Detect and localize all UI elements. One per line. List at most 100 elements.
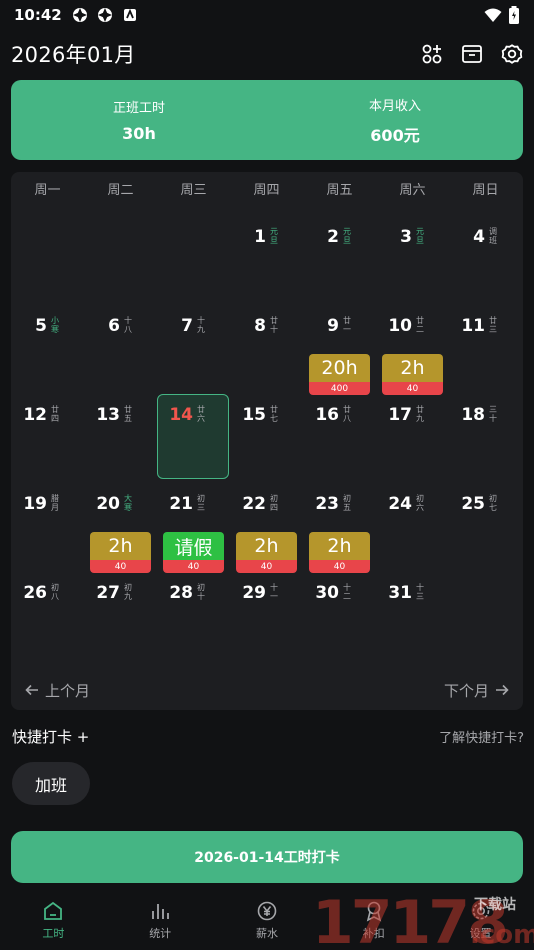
tab-label: 统计 [149,926,172,940]
calendar-day[interactable]: 12 廿四 [11,388,84,477]
tab-stats[interactable]: 统计 [107,890,214,950]
home-icon [44,901,63,920]
calendar-day[interactable]: 13 廿五 [84,388,157,477]
calendar-day[interactable]: 30 十二 [303,566,376,655]
calendar-day[interactable]: 16 廿八 [303,388,376,477]
lunar-date: 初四 [270,494,278,512]
bottom-tab-bar: 工时 统计 薪水 补扣 设置 [0,890,534,950]
calendar-day[interactable]: 27 初九 [84,566,157,655]
grid-add-icon[interactable] [421,43,443,65]
month-title[interactable]: 2026年01月 [11,39,136,69]
calendar-day[interactable]: 15 廿七 [230,388,303,477]
hours-summary: 正班工时 30h [11,80,267,160]
calendar-day[interactable]: 31 十三 [376,566,449,655]
record-hours: 2h [236,532,297,560]
calendar-day[interactable]: 17 廿九 [376,388,449,477]
next-month-button[interactable]: 下个月 [444,680,509,701]
day-number: 31 [388,583,412,603]
tab-deductions[interactable]: 补扣 [320,890,427,950]
lunar-date: 初九 [124,583,132,601]
lunar-date: 十二 [343,583,351,601]
day-number: 24 [388,494,412,514]
day-number: 23 [315,494,339,514]
tab-label: 设置 [469,926,492,940]
lunar-date: 腊月 [51,494,59,512]
day-number: 1 [254,227,266,247]
calendar-day[interactable]: 25 初七 [449,477,522,566]
overtime-chip[interactable]: 加班 [12,762,90,805]
lunar-date: 十三 [416,583,424,601]
calendar-day[interactable]: 20 大寒 2h 40 [84,477,157,573]
lunar-date: 廿七 [270,405,278,423]
lunar-date: 廿三 [489,316,497,334]
calendar-day[interactable]: 4调班 [449,210,522,299]
settings-gear-icon[interactable] [501,43,523,65]
calendar-day[interactable]: 26 初八 [11,566,84,655]
calendar-day[interactable]: 5小寒 [11,299,84,388]
day-number: 27 [96,583,120,603]
calendar-day[interactable]: 28 初十 [157,566,230,655]
calendar-day[interactable]: 2元旦 [303,210,376,299]
day-number: 13 [96,405,120,425]
calendar-day[interactable]: 18 三十 [449,388,522,477]
day-number: 29 [242,583,266,603]
lunar-date: 十九 [197,316,205,334]
day-number: 22 [242,494,266,514]
day-number: 10 [388,316,412,336]
lunar-date: 小寒 [51,316,59,334]
calendar-day[interactable]: 3元旦 [376,210,449,299]
record-hours: 2h [90,532,151,560]
clockin-button[interactable]: 2026-01-14工时打卡 [11,831,523,883]
calendar-day[interactable]: 24 初六 [376,477,449,566]
learn-quick-clockin-link[interactable]: 了解快捷打卡? [439,727,524,746]
quick-clockin-header: 快捷打卡 + 了解快捷打卡? [12,726,524,747]
day-number: 2 [327,227,339,247]
calendar-day[interactable]: 23 初五 2h 40 [303,477,376,573]
tab-label: 薪水 [255,926,278,940]
day-number: 11 [461,316,485,336]
calendar-day[interactable]: 11 廿三 [449,299,522,388]
day-number: 15 [242,405,266,425]
prev-month-button[interactable]: 上个月 [25,680,90,701]
calendar-day[interactable]: 8廿十 [230,299,303,388]
income-summary: 本月收入 600元 [267,80,523,160]
tab-salary[interactable]: 薪水 [214,890,321,950]
monthly-summary-card[interactable]: 正班工时 30h 本月收入 600元 [11,80,523,160]
calendar-day-today[interactable]: 14 廿六 [157,388,230,477]
settings-gear-icon [472,902,489,919]
quick-clockin-title[interactable]: 快捷打卡 + [12,726,89,747]
arrow-right-icon [496,684,509,696]
day-number: 5 [35,316,47,336]
day-number: 16 [315,405,339,425]
calendar-day[interactable]: 21 初三请假 40 [157,477,230,573]
status-time: 10:42 [14,6,62,24]
day-number: 17 [388,405,412,425]
day-number: 7 [181,316,193,336]
archive-icon[interactable] [461,43,483,65]
lunar-date: 廿十 [270,316,278,334]
calendar-day[interactable]: 19 腊月 [11,477,84,566]
calendar-day[interactable]: 9 廿一 20h 400 [303,299,376,395]
calendar-day[interactable]: 7十九 [157,299,230,388]
calendar-day[interactable]: 29 十一 [230,566,303,655]
tab-settings[interactable]: 设置 [427,890,534,950]
day-number: 19 [23,494,47,514]
lunar-date: 大寒 [124,494,132,512]
weekday-label: 周一 [34,183,61,198]
weekday-label: 周日 [472,183,499,198]
wifi-icon [484,8,502,22]
badge-icon [366,901,381,921]
next-month-label: 下个月 [443,681,489,700]
income-label: 本月收入 [368,98,421,114]
calendar-day[interactable]: 1元旦 [230,210,303,299]
calendar-day[interactable]: 22 初四 2h 40 [230,477,303,573]
tab-hours[interactable]: 工时 [0,890,107,950]
calendar-day[interactable]: 10 廿二 2h 40 [376,299,449,395]
bar-chart-icon [152,903,170,919]
calendar-day[interactable]: 6十八 [84,299,157,388]
lunar-date: 元旦 [270,227,278,245]
lunar-date: 廿六 [197,405,205,423]
record-hours: 2h [309,532,370,560]
lunar-date: 初六 [416,494,424,512]
day-number: 21 [169,494,193,514]
